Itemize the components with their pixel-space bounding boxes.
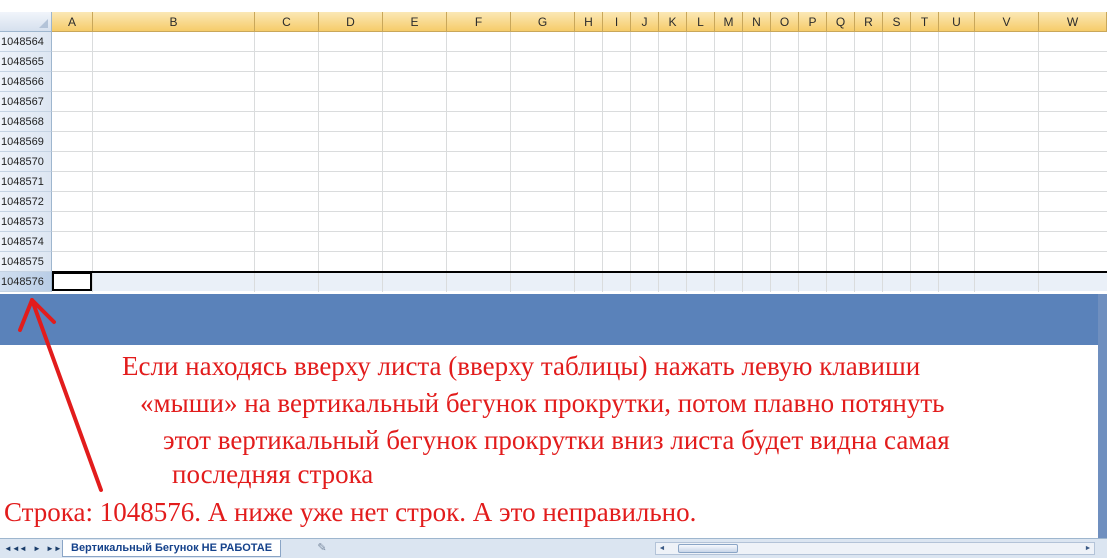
column-header-l[interactable]: L — [687, 12, 715, 32]
grid-line — [52, 231, 1107, 232]
spreadsheet-grid: A B C D E F G H I J K L M N O P Q R S T … — [0, 12, 1107, 294]
column-header-n[interactable]: N — [743, 12, 771, 32]
cell-area[interactable] — [52, 32, 1107, 292]
select-all-button[interactable] — [0, 12, 52, 32]
grid-line — [52, 151, 1107, 152]
grid-line — [52, 191, 1107, 192]
scroll-right-icon[interactable]: ► — [1082, 543, 1094, 554]
column-header-j[interactable]: J — [631, 12, 659, 32]
grid-line — [52, 171, 1107, 172]
next-sheet-icon[interactable]: ► — [32, 543, 42, 554]
column-header-s[interactable]: S — [883, 12, 911, 32]
column-header-u[interactable]: U — [939, 12, 975, 32]
annotation-panel: Если находясь вверху листа (вверху табли… — [0, 345, 1098, 538]
column-header-t[interactable]: T — [911, 12, 939, 32]
column-header-r[interactable]: R — [855, 12, 883, 32]
annotation-line-5: Строка: 1048576. А ниже уже нет строк. А… — [4, 497, 697, 527]
row-header[interactable]: 1048570 — [0, 152, 52, 172]
sheet-tab-bar: ◄◄ ◄ ► ►► Вертикальный Бегунок НЕ РАБОТА… — [0, 538, 1107, 558]
last-row-border — [52, 271, 1107, 273]
row-header[interactable]: 1048565 — [0, 52, 52, 72]
row-header[interactable]: 1048573 — [0, 212, 52, 232]
insert-sheet-icon[interactable]: ✎ — [314, 541, 330, 555]
sheet-tab-active[interactable]: Вертикальный Бегунок НЕ РАБОТАЕ — [62, 540, 282, 557]
column-header-q[interactable]: Q — [827, 12, 855, 32]
last-sheet-icon[interactable]: ►► — [46, 543, 62, 554]
column-headers: A B C D E F G H I J K L M N O P Q R S T … — [52, 12, 1107, 32]
grid-line — [52, 71, 1107, 72]
horizontal-scrollbar[interactable]: ◄ ► — [655, 542, 1095, 555]
grid-line — [52, 251, 1107, 252]
row-header[interactable]: 1048564 — [0, 32, 52, 52]
row-header[interactable]: 1048572 — [0, 192, 52, 212]
prev-sheet-icon[interactable]: ◄ — [18, 543, 28, 554]
grid-line — [52, 91, 1107, 92]
row-header[interactable]: 1048569 — [0, 132, 52, 152]
column-header-w[interactable]: W — [1039, 12, 1107, 32]
selected-row-highlight — [52, 273, 1107, 291]
column-header-v[interactable]: V — [975, 12, 1039, 32]
column-header-a[interactable]: A — [52, 12, 93, 32]
row-header[interactable]: 1048575 — [0, 252, 52, 272]
grid-line — [52, 51, 1107, 52]
first-sheet-icon[interactable]: ◄◄ — [4, 543, 20, 554]
grid-line — [52, 131, 1107, 132]
row-header[interactable]: 1048566 — [0, 72, 52, 92]
column-header-m[interactable]: M — [715, 12, 743, 32]
row-header[interactable]: 1048567 — [0, 92, 52, 112]
grid-line — [52, 111, 1107, 112]
row-header[interactable]: 1048568 — [0, 112, 52, 132]
column-header-b[interactable]: B — [93, 12, 255, 32]
scroll-left-icon[interactable]: ◄ — [656, 543, 668, 554]
vertical-scrollbar-edge[interactable] — [1098, 294, 1107, 538]
empty-sheet-area — [0, 294, 1107, 345]
annotation-line-2: «мыши» на вертикальный бегунок прокрутки… — [140, 388, 945, 418]
row-header[interactable]: 1048571 — [0, 172, 52, 192]
active-cell[interactable] — [52, 272, 92, 291]
annotation-line-1: Если находясь вверху листа (вверху табли… — [122, 351, 921, 381]
column-header-g[interactable]: G — [511, 12, 575, 32]
column-header-p[interactable]: P — [799, 12, 827, 32]
select-all-icon — [39, 19, 48, 28]
column-header-f[interactable]: F — [447, 12, 511, 32]
column-header-k[interactable]: K — [659, 12, 687, 32]
annotation-line-3: этот вертикальный бегунок прокрутки вниз… — [163, 425, 950, 455]
annotation-line-4: последняя строка — [172, 459, 374, 489]
column-header-i[interactable]: I — [603, 12, 631, 32]
column-header-h[interactable]: H — [575, 12, 603, 32]
row-header-selected[interactable]: 1048576 — [0, 272, 52, 292]
horizontal-scroll-thumb[interactable] — [678, 544, 738, 553]
column-header-c[interactable]: C — [255, 12, 319, 32]
column-header-d[interactable]: D — [319, 12, 383, 32]
row-header[interactable]: 1048574 — [0, 232, 52, 252]
column-header-o[interactable]: O — [771, 12, 799, 32]
column-header-e[interactable]: E — [383, 12, 447, 32]
grid-line — [52, 211, 1107, 212]
